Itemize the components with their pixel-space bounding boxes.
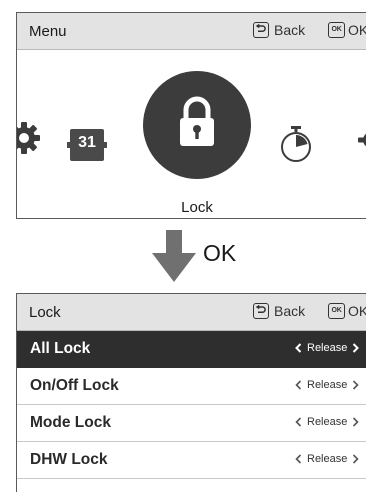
back-icon — [253, 22, 269, 38]
chevron-left-icon[interactable] — [294, 379, 304, 391]
calendar-day: 31 — [78, 134, 96, 151]
ok-button[interactable]: OK OK — [328, 303, 366, 319]
gear-icon[interactable] — [16, 121, 41, 155]
back-button[interactable]: Back — [253, 303, 305, 319]
chevron-left-icon[interactable] — [294, 342, 304, 354]
chevron-right-icon[interactable] — [350, 379, 360, 391]
timer-icon[interactable] — [279, 125, 313, 163]
menu-carousel: 31 Lock — [16, 51, 366, 218]
row-label: All Lock — [30, 340, 91, 357]
back-button[interactable]: Back — [253, 22, 305, 38]
chevron-right-icon[interactable] — [350, 342, 360, 354]
ok-icon: OK — [328, 303, 345, 319]
ok-icon: OK — [328, 22, 345, 38]
row-label: On/Off Lock — [30, 377, 119, 394]
back-icon — [253, 303, 269, 319]
chevron-right-icon[interactable] — [350, 416, 360, 428]
ok-button[interactable]: OK OK — [328, 22, 366, 38]
lock-icon — [180, 96, 214, 146]
back-label: Back — [274, 303, 306, 319]
lock-row-mode-lock[interactable]: Mode Lock Release — [17, 405, 366, 442]
lock-row-on-off-lock[interactable]: On/Off Lock Release — [17, 368, 366, 405]
row-value: Release — [307, 379, 348, 391]
menu-screen: Menu Back OK OK — [16, 12, 366, 219]
lock-screen: Lock Back OK OK All Lock Release On/Off … — [16, 293, 366, 492]
lock-title: Lock — [29, 304, 61, 321]
row-value: Release — [307, 453, 348, 465]
row-label: DHW Lock — [30, 451, 108, 468]
row-label: Mode Lock — [30, 414, 111, 431]
menu-header: Menu Back OK OK — [17, 13, 366, 50]
calendar-tab-right — [104, 142, 107, 148]
lock-menu-item[interactable] — [143, 71, 251, 179]
calendar-tab-left — [67, 142, 70, 148]
selected-menu-label: Lock — [181, 199, 213, 216]
chevron-left-icon[interactable] — [294, 453, 304, 465]
row-value: Release — [307, 416, 348, 428]
menu-title: Menu — [29, 23, 67, 40]
chevron-right-icon[interactable] — [350, 453, 360, 465]
arrow-down-icon — [152, 230, 196, 282]
row-value-selector[interactable]: Release — [294, 342, 360, 354]
row-value-selector[interactable]: Release — [294, 453, 360, 465]
lock-header: Lock Back OK OK — [17, 294, 366, 331]
row-value-selector[interactable]: Release — [294, 379, 360, 391]
lock-row-all-lock[interactable]: All Lock Release — [17, 331, 366, 368]
calendar-icon[interactable]: 31 — [67, 129, 107, 161]
gear-icon[interactable] — [357, 125, 366, 155]
back-label: Back — [274, 22, 306, 38]
ok-label: OK — [348, 303, 366, 319]
chevron-left-icon[interactable] — [294, 416, 304, 428]
transition-label: OK — [203, 240, 237, 266]
row-value: Release — [307, 342, 348, 354]
ok-label: OK — [348, 22, 366, 38]
row-value-selector[interactable]: Release — [294, 416, 360, 428]
lock-row-dhw-lock[interactable]: DHW Lock Release — [17, 442, 366, 479]
